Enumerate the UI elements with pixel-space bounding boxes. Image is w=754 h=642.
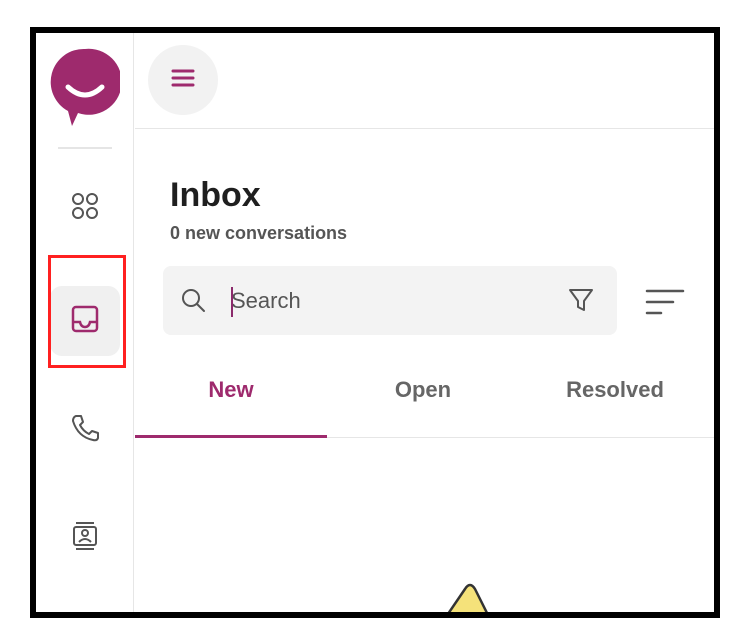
top-bar — [135, 33, 714, 129]
hamburger-menu-icon — [170, 65, 196, 96]
search-icon — [179, 286, 207, 314]
rail-item-apps[interactable] — [50, 173, 120, 243]
rail-item-contacts[interactable] — [50, 503, 120, 573]
empty-state-illustration — [425, 573, 515, 612]
tab-open[interactable]: Open — [327, 363, 519, 438]
app-logo[interactable] — [50, 47, 122, 127]
app-window: Inbox 0 new conversations Search New Ope… — [30, 27, 720, 618]
tab-new[interactable]: New — [135, 363, 327, 438]
conversation-count: 0 new conversations — [170, 223, 348, 243]
sort-lines-icon[interactable] — [645, 287, 685, 319]
rail-item-inbox[interactable] — [50, 286, 120, 356]
apps-grid-icon — [70, 191, 100, 226]
tab-resolved[interactable]: Resolved — [519, 363, 711, 438]
filter-funnel-icon[interactable] — [567, 286, 595, 314]
text-caret — [231, 287, 233, 317]
contact-card-icon — [70, 521, 100, 556]
rail-divider — [58, 147, 112, 149]
inbox-panel: Inbox 0 new conversations Search New Ope… — [135, 33, 714, 612]
active-tab-indicator — [135, 435, 327, 438]
inbox-tray-icon — [70, 304, 100, 339]
conversation-tabs: New Open Resolved — [135, 363, 714, 438]
menu-button[interactable] — [148, 45, 218, 115]
phone-icon — [70, 413, 100, 448]
search-input[interactable] — [231, 278, 541, 324]
left-rail — [36, 33, 134, 612]
page-title: Inbox — [170, 176, 261, 214]
rail-item-calls[interactable] — [50, 395, 120, 465]
search-bar[interactable] — [163, 266, 617, 335]
